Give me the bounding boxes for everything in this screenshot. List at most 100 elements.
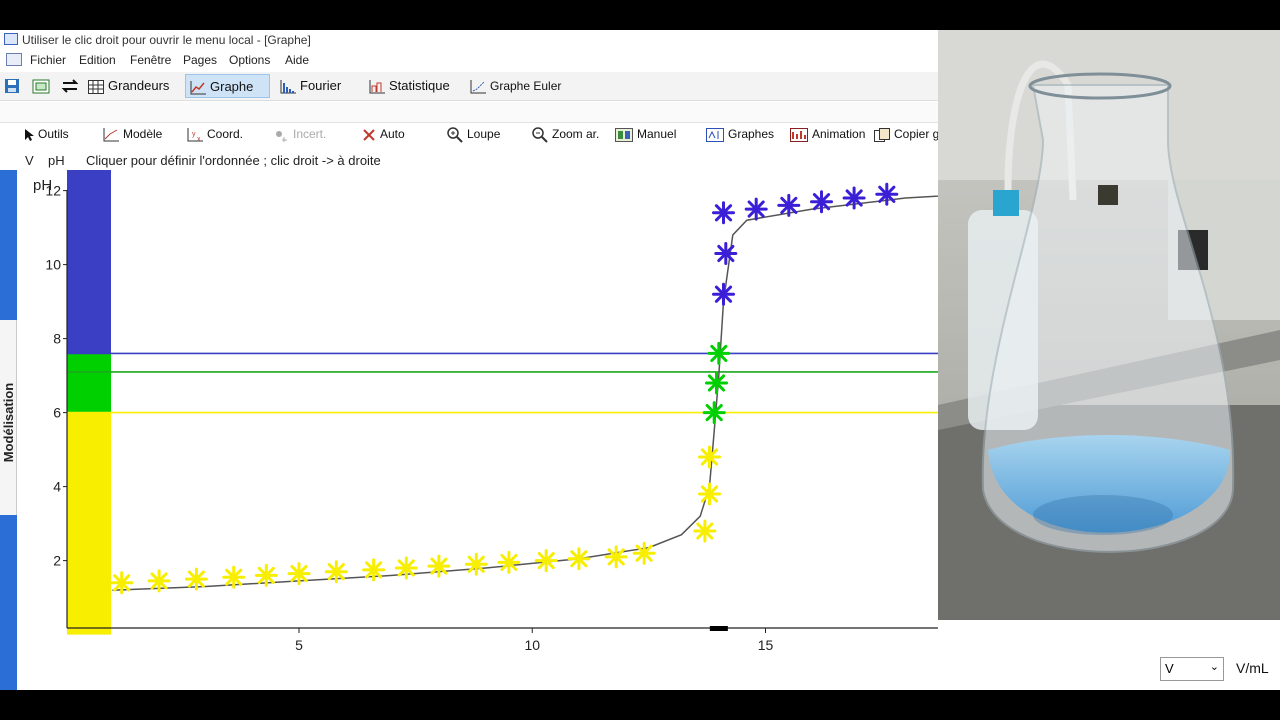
data-point	[777, 193, 801, 217]
menu-aide[interactable]: Aide	[285, 53, 309, 67]
letterbox-top	[0, 0, 1280, 30]
auto-label: Auto	[380, 127, 405, 141]
data-point	[698, 482, 721, 506]
loupe-button[interactable]: Loupe	[447, 127, 500, 143]
y-tick-label: 8	[53, 331, 61, 347]
animation-label: Animation	[812, 127, 866, 141]
zoom-arriere-button[interactable]: Zoom ar.	[532, 127, 599, 143]
coord-button[interactable]: y x Coord.	[187, 127, 243, 142]
regressi-window: Utiliser le clic droit pour ouvrir le me…	[0, 30, 938, 690]
data-point	[632, 541, 656, 565]
data-point	[702, 401, 726, 425]
auto-button[interactable]: Auto	[362, 127, 405, 142]
ph-band-2	[67, 170, 111, 354]
window-title: Utiliser le clic droit pour ouvrir le me…	[22, 33, 311, 47]
data-point	[110, 571, 134, 595]
outils-button[interactable]: Outils	[24, 127, 69, 141]
data-point	[604, 545, 628, 569]
menu-pages[interactable]: Pages	[183, 53, 217, 67]
data-point	[875, 182, 899, 206]
hint-text: Cliquer pour définir l'ordonnée ; clic d…	[86, 153, 381, 168]
data-point	[427, 554, 451, 578]
data-point	[147, 569, 171, 593]
data-point	[534, 549, 558, 573]
copier-label: Copier g	[894, 127, 938, 141]
menu-options[interactable]: Options	[229, 53, 270, 67]
copier-button[interactable]: Copier g	[874, 127, 938, 142]
loupe-label: Loupe	[467, 127, 501, 142]
title-bar: Utiliser le clic droit pour ouvrir le me…	[0, 30, 938, 50]
modele-button[interactable]: Modèle	[103, 127, 162, 142]
save-icon[interactable]	[4, 74, 22, 98]
manuel-button[interactable]: Manuel	[615, 127, 676, 142]
data-point	[842, 186, 866, 210]
graphes-label: Graphes	[728, 127, 775, 141]
outils-label: Outils	[38, 127, 69, 141]
x-axis-select-value: V	[1165, 661, 1174, 676]
app-icon	[4, 33, 18, 45]
window-menu-icon[interactable]	[6, 53, 22, 66]
data-point	[712, 282, 735, 306]
equivalence-marker	[709, 626, 728, 631]
statistique-button[interactable]: Statistique	[369, 74, 450, 98]
graphe-euler-button[interactable]: Graphe Euler	[470, 74, 561, 98]
data-point	[222, 565, 246, 589]
y-axis-label: pH	[33, 177, 52, 194]
animation-button[interactable]: Animation	[790, 127, 865, 142]
svg-text:y: y	[192, 131, 196, 138]
graphe-label: Graphe	[210, 79, 254, 94]
data-point	[184, 567, 208, 591]
svg-text:x: x	[197, 136, 201, 142]
modelisation-label: Modélisation	[1, 382, 16, 463]
y-variable[interactable]: pH	[48, 153, 65, 168]
hint-bar: V pH Cliquer pour définir l'ordonnée ; c…	[0, 150, 938, 170]
y-tick-label: 2	[53, 553, 61, 569]
coord-label: Coord.	[207, 127, 244, 141]
flask-photo	[938, 30, 1280, 620]
graphes-button[interactable]: Graphes	[706, 127, 774, 142]
fourier-label: Fourier	[300, 78, 342, 93]
data-point	[254, 563, 278, 587]
fourier-button[interactable]: Fourier	[280, 74, 341, 98]
data-point	[497, 550, 521, 574]
x-variable[interactable]: V	[25, 153, 34, 168]
menu-edition[interactable]: Edition	[79, 53, 116, 67]
incert-button[interactable]: Incert.	[273, 127, 326, 142]
data-point	[324, 560, 348, 584]
modele-label: Modèle	[123, 127, 163, 141]
data-point	[810, 190, 833, 214]
ph-band-0	[67, 412, 111, 635]
data-point	[705, 371, 728, 395]
x-tick-label: 15	[758, 637, 774, 653]
grandeurs-button[interactable]: Grandeurs	[88, 74, 169, 98]
grandeurs-label: Grandeurs	[108, 78, 170, 93]
data-point	[714, 242, 738, 265]
data-point	[394, 556, 418, 580]
swap-icon[interactable]	[60, 74, 82, 98]
letterbox-bottom	[0, 690, 1280, 720]
main-toolbar: Grandeurs Graphe Fourier Statistique Gra…	[0, 72, 938, 101]
data-point	[698, 445, 721, 469]
ph-band-1	[67, 353, 111, 413]
graph-toolbar: Outils Modèle y x Coord. Incert. Auto Loup…	[0, 123, 938, 147]
data-point	[707, 341, 731, 365]
graphe-button[interactable]: Graphe	[185, 74, 271, 98]
data-point	[287, 562, 311, 586]
menu-fichier[interactable]: Fichier	[30, 53, 66, 67]
menu-fenetre[interactable]: Fenêtre	[130, 53, 171, 67]
graph-page-strip	[0, 102, 938, 123]
statistique-label: Statistique	[389, 78, 450, 93]
data-point	[362, 558, 386, 582]
x-tick-label: 10	[524, 637, 540, 653]
open-icon[interactable]	[32, 74, 52, 98]
data-point	[744, 197, 768, 221]
data-point	[693, 519, 717, 543]
modelisation-tab[interactable]: Modélisation	[0, 320, 17, 515]
x-axis-select[interactable]: V ⌄	[1160, 657, 1224, 681]
menu-bar: Fichier Edition Fenêtre Pages Options Ai…	[0, 50, 938, 70]
y-tick-label: 6	[53, 405, 61, 421]
x-axis-unit: V/mL	[1236, 660, 1269, 676]
chevron-down-icon: ⌄	[1209, 661, 1219, 673]
titration-plot[interactable]: 24681012pH510152025	[17, 170, 938, 690]
titration-curve	[112, 195, 938, 591]
